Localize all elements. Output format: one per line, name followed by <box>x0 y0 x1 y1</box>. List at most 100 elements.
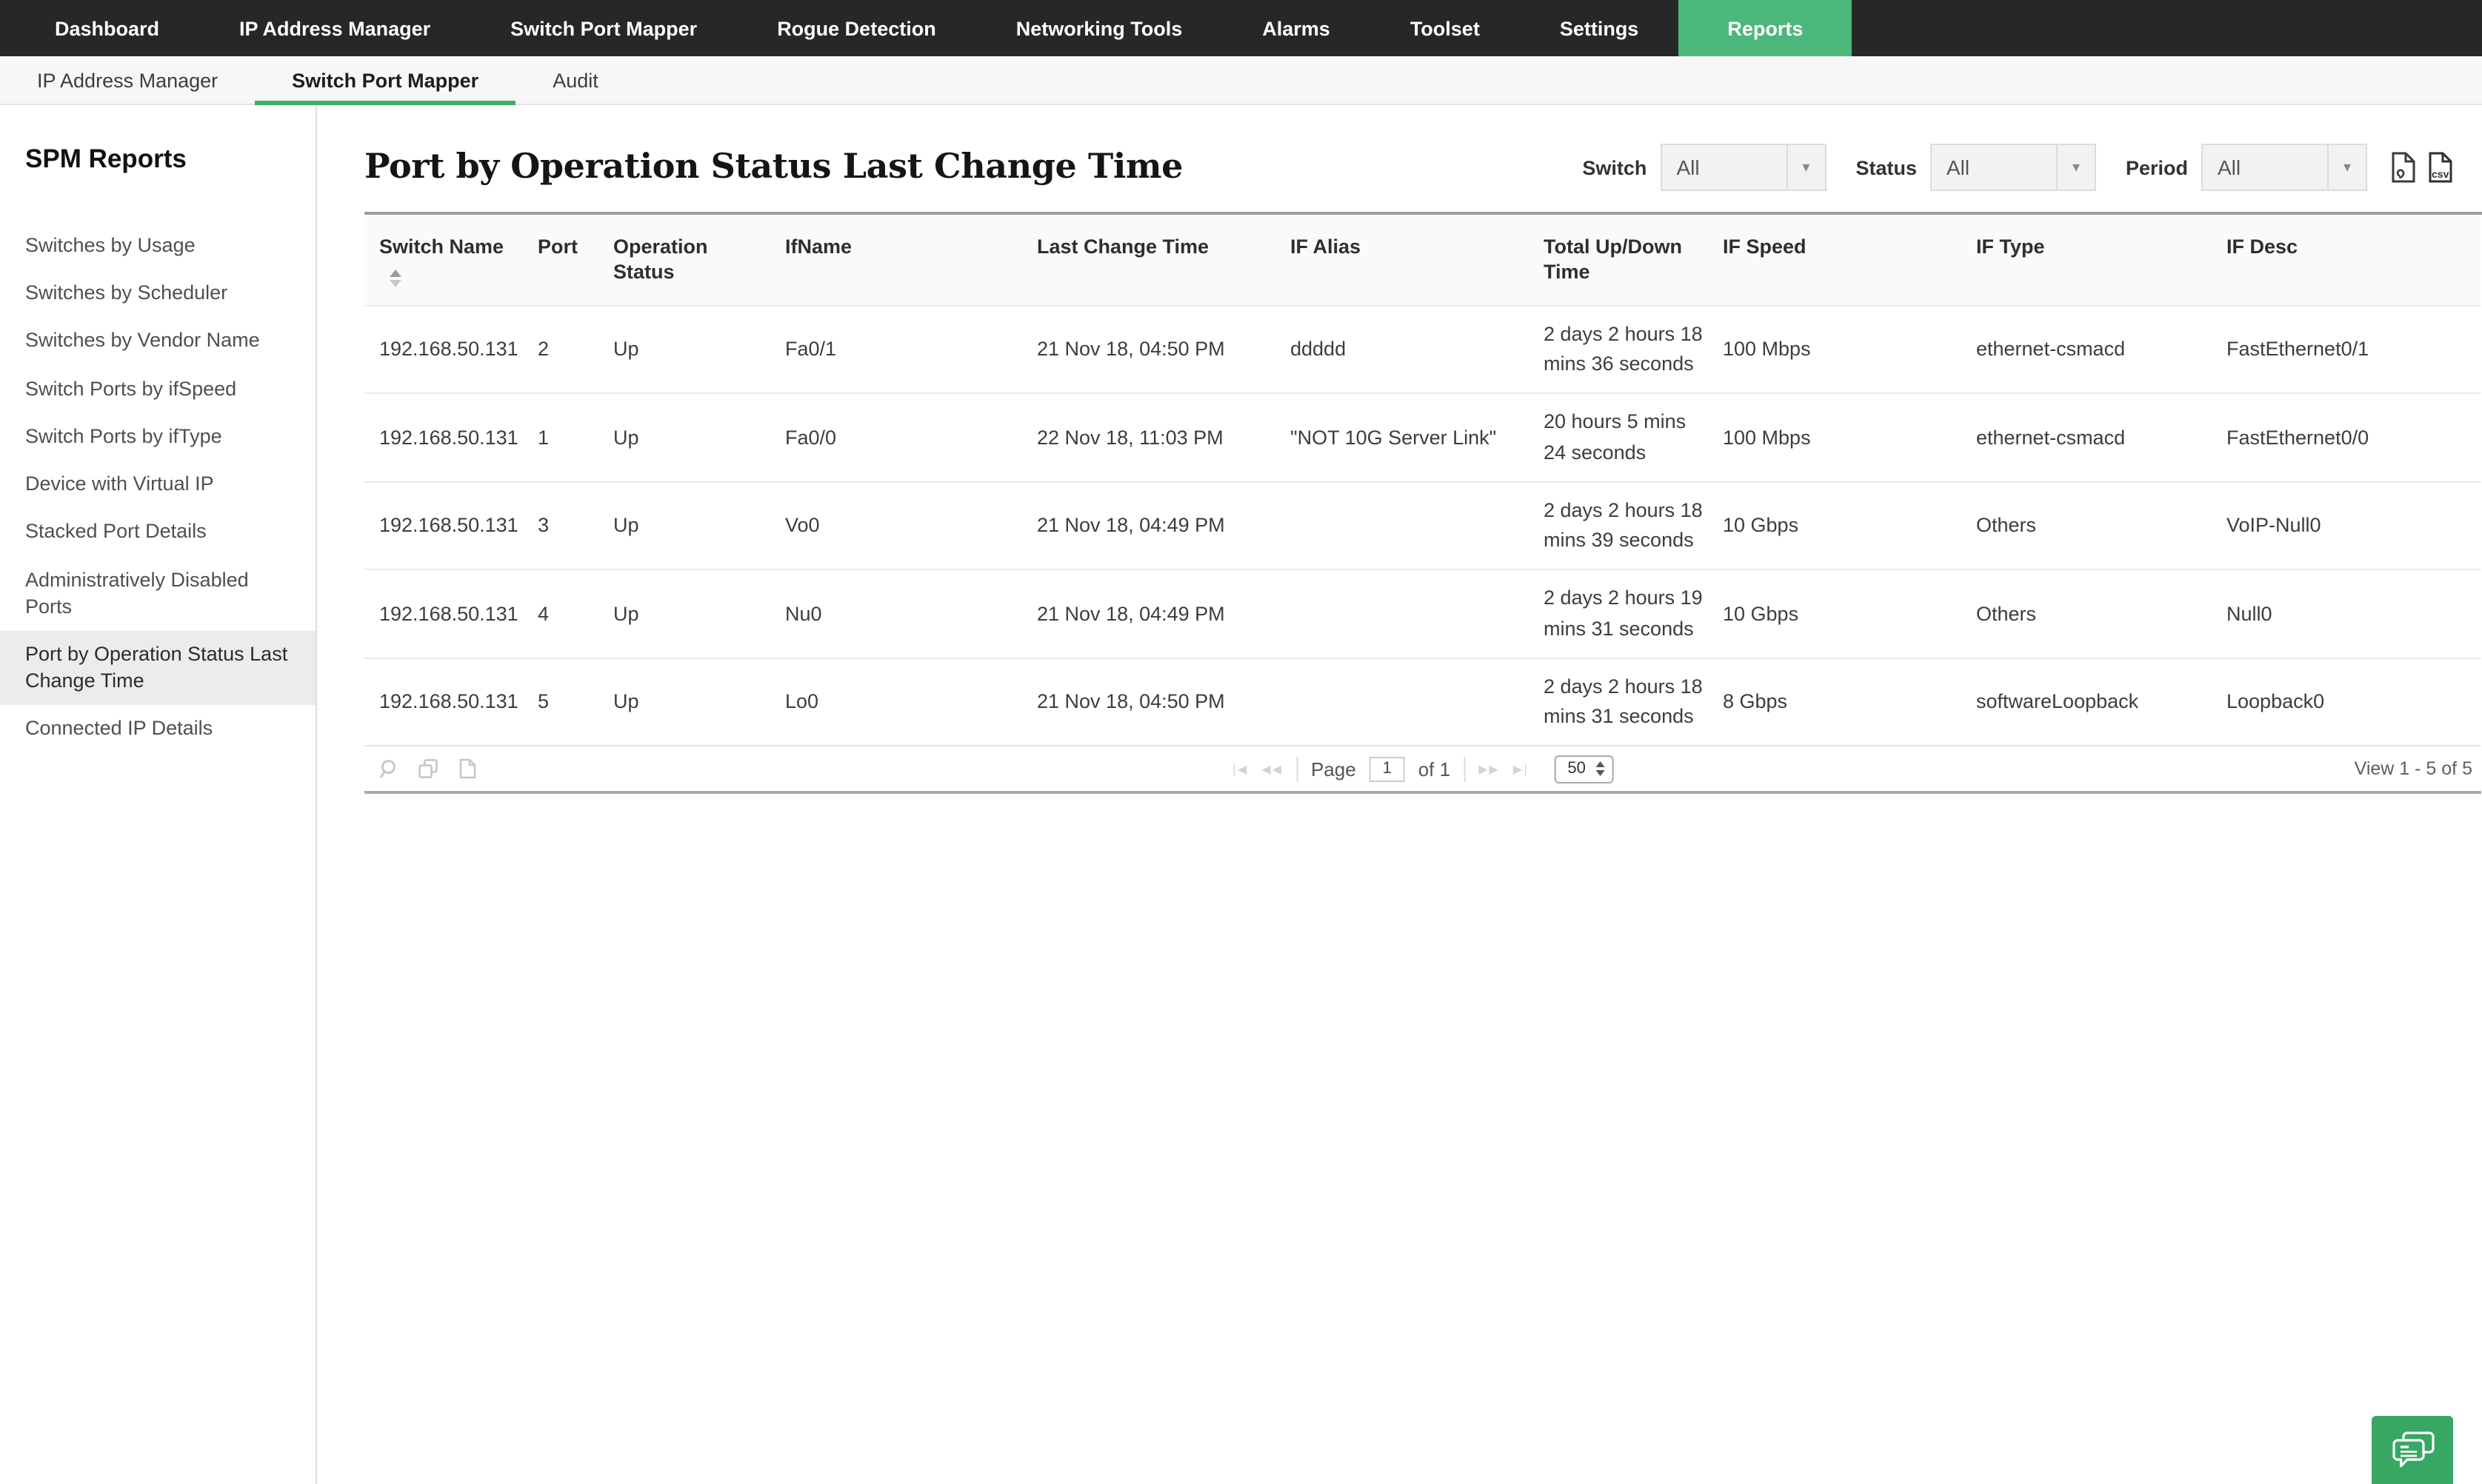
nav-networking-tools[interactable]: Networking Tools <box>976 0 1223 56</box>
table-cell: Others <box>1976 482 2226 570</box>
table-cell <box>1290 570 1544 658</box>
table-cell <box>1290 482 1544 570</box>
table-cell: Lo0 <box>785 658 1037 746</box>
col-ifname[interactable]: IfName <box>785 215 1037 306</box>
filter-group: Switch All ▾ Status All <box>1582 144 2367 191</box>
pagination-bar: |◀ ◀◀ Page of 1 ▶▶ ▶| 50 <box>364 746 2481 795</box>
table-cell: ethernet-csmacd <box>1976 394 2226 482</box>
page-number-input[interactable] <box>1370 757 1405 782</box>
last-page-button[interactable]: ▶| <box>1513 763 1529 776</box>
report-switches-by-vendor-name[interactable]: Switches by Vendor Name <box>0 318 316 365</box>
report-port-by-operation-status-last-change-time[interactable]: Port by Operation Status Last Change Tim… <box>0 631 316 706</box>
table-header-row: Switch Name Port Operation Status IfName… <box>364 215 2481 306</box>
report-connected-ip-details[interactable]: Connected IP Details <box>0 706 316 753</box>
pdf-export-icon[interactable] <box>2391 151 2416 184</box>
col-if-alias[interactable]: IF Alias <box>1290 215 1544 306</box>
csv-export-icon[interactable]: csv <box>2428 151 2453 184</box>
report-device-with-virtual-ip[interactable]: Device with Virtual IP <box>0 461 316 508</box>
col-switch-name[interactable]: Switch Name <box>364 215 538 306</box>
report-main: Port by Operation Status Last Change Tim… <box>317 105 2482 1484</box>
col-if-type[interactable]: IF Type <box>1976 215 2226 306</box>
sub-nav: IP Address ManagerSwitch Port MapperAudi… <box>0 56 2482 105</box>
table-cell: Vo0 <box>785 482 1037 570</box>
table-cell: 5 <box>538 658 613 746</box>
table-row: 192.168.50.131 1 Up Fa0/0 22 Nov 18, 11:… <box>364 394 2481 482</box>
col-if-speed[interactable]: IF Speed <box>1723 215 1976 306</box>
file-icon[interactable] <box>458 759 477 780</box>
report-header: Port by Operation Status Last Change Tim… <box>364 144 2453 191</box>
top-nav: DashboardIP Address ManagerSwitch Port M… <box>0 0 2482 56</box>
spinner-icon <box>1595 762 1604 777</box>
chevron-down-icon: ▾ <box>1786 145 1824 190</box>
nav-ip-address-manager[interactable]: IP Address Manager <box>199 0 470 56</box>
sidebar-report-list: Switches by UsageSwitches by SchedulerSw… <box>0 222 316 753</box>
report-stacked-port-details[interactable]: Stacked Port Details <box>0 509 316 556</box>
first-page-button[interactable]: |◀ <box>1232 763 1249 776</box>
export-buttons: csv <box>2391 151 2453 184</box>
nav-rogue-detection[interactable]: Rogue Detection <box>737 0 976 56</box>
filter-label: Switch <box>1582 156 1647 178</box>
page-size-select[interactable]: 50 <box>1554 755 1613 783</box>
nav-toolset[interactable]: Toolset <box>1370 0 1520 56</box>
table-cell: 2 days 2 hours 18 mins 39 seconds <box>1544 482 1723 570</box>
table-cell: 3 <box>538 482 613 570</box>
page-count-label: of 1 <box>1418 758 1450 781</box>
subtab-audit[interactable]: Audit <box>516 56 635 104</box>
table-cell: 4 <box>538 570 613 658</box>
report-administratively-disabled-ports[interactable]: Administratively Disabled Ports <box>0 556 316 631</box>
svg-text:csv: csv <box>2432 168 2449 180</box>
chat-launcher-button[interactable] <box>2372 1416 2453 1484</box>
table-cell: 2 days 2 hours 18 mins 31 seconds <box>1544 658 1723 746</box>
table-cell: Up <box>613 482 785 570</box>
search-icon[interactable] <box>378 759 398 780</box>
nav-reports[interactable]: Reports <box>1678 0 1852 56</box>
col-port[interactable]: Port <box>538 215 613 306</box>
table-cell: 100 Mbps <box>1723 394 1976 482</box>
nav-settings[interactable]: Settings <box>1520 0 1679 56</box>
col-last-change-time[interactable]: Last Change Time <box>1037 215 1290 306</box>
filter-select[interactable]: All ▾ <box>1930 144 2096 191</box>
view-range-label: View 1 - 5 of 5 <box>2355 759 2472 780</box>
chevron-down-icon: ▾ <box>2056 145 2095 190</box>
subtab-ip-address-manager[interactable]: IP Address Manager <box>0 56 255 104</box>
filter-label: Status <box>1855 156 1917 178</box>
nav-dashboard[interactable]: Dashboard <box>15 0 199 56</box>
table-cell: 100 Mbps <box>1723 306 1976 394</box>
chat-icon <box>2390 1430 2435 1470</box>
col-if-desc[interactable]: IF Desc <box>2226 215 2481 306</box>
table-cell: FastEthernet0/1 <box>2226 306 2481 394</box>
page-size-value: 50 <box>1567 761 1586 778</box>
table-cell: 2 <box>538 306 613 394</box>
col-operation-status[interactable]: Operation Status <box>613 215 785 306</box>
switch-filter: Switch All ▾ <box>1582 144 1826 191</box>
filter-select[interactable]: All ▾ <box>2201 144 2367 191</box>
table-cell: Up <box>613 306 785 394</box>
table-cell <box>1290 658 1544 746</box>
report-switches-by-usage[interactable]: Switches by Usage <box>0 222 316 270</box>
divider <box>1296 757 1298 782</box>
report-switch-ports-by-ifspeed[interactable]: Switch Ports by ifSpeed <box>0 365 316 412</box>
table-cell: 10 Gbps <box>1723 570 1976 658</box>
table-cell: 10 Gbps <box>1723 482 1976 570</box>
filter-label: Period <box>2126 156 2188 178</box>
filter-bar: Switch All ▾ Status All <box>1582 144 2453 191</box>
copy-icon[interactable] <box>418 759 438 780</box>
next-page-button[interactable]: ▶▶ <box>1478 763 1500 776</box>
content-area: SPM Reports Switches by UsageSwitches by… <box>0 105 2482 1484</box>
col-total-up-down-time[interactable]: Total Up/Down Time <box>1544 215 1723 306</box>
nav-alarms[interactable]: Alarms <box>1222 0 1370 56</box>
filter-select[interactable]: All ▾ <box>1660 144 1826 191</box>
filter-selected-value: All <box>1932 145 2056 190</box>
page-label: Page <box>1311 758 1356 781</box>
report-switches-by-scheduler[interactable]: Switches by Scheduler <box>0 270 316 317</box>
table-cell: 192.168.50.131 <box>364 570 538 658</box>
nav-switch-port-mapper[interactable]: Switch Port Mapper <box>470 0 737 56</box>
filter-selected-value: All <box>1661 145 1786 190</box>
table-cell: 2 days 2 hours 19 mins 31 seconds <box>1544 570 1723 658</box>
report-switch-ports-by-iftype[interactable]: Switch Ports by ifType <box>0 413 316 461</box>
prev-page-button[interactable]: ◀◀ <box>1261 763 1283 776</box>
table-cell: ethernet-csmacd <box>1976 306 2226 394</box>
table-cell: 20 hours 5 mins 24 seconds <box>1544 394 1723 482</box>
table-row: 192.168.50.131 3 Up Vo0 21 Nov 18, 04:49… <box>364 482 2481 570</box>
subtab-switch-port-mapper[interactable]: Switch Port Mapper <box>255 56 516 104</box>
